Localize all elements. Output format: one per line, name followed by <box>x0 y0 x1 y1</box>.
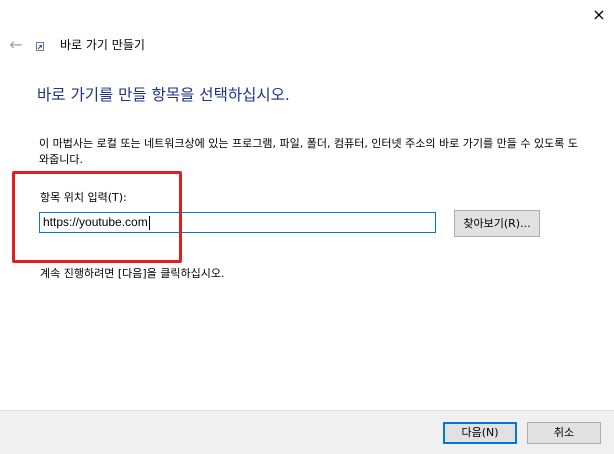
footer-bar: 다음(N) 취소 <box>0 410 614 454</box>
page-heading: 바로 가기를 만들 항목을 선택하십시오. <box>37 86 290 104</box>
browse-button[interactable]: 찾아보기(R)... <box>454 210 540 237</box>
wizard-description: 이 마법사는 로컬 또는 네트워크상에 있는 프로그램, 파일, 폴더, 컴퓨터… <box>39 137 578 166</box>
location-input-value: https://youtube.com <box>43 215 148 229</box>
continue-instruction: 계속 진행하려면 [다음]을 클릭하십시오. <box>40 267 225 280</box>
location-label: 항목 위치 입력(T): <box>40 191 127 204</box>
location-input[interactable]: https://youtube.com <box>39 212 436 233</box>
next-button[interactable]: 다음(N) <box>443 422 517 444</box>
text-caret <box>148 215 150 230</box>
back-arrow-icon[interactable]: ← <box>6 35 26 55</box>
window-title: 바로 가기 만들기 <box>60 38 145 52</box>
close-icon[interactable]: × <box>584 0 614 30</box>
cancel-button[interactable]: 취소 <box>527 422 601 444</box>
shortcut-icon <box>36 42 44 51</box>
